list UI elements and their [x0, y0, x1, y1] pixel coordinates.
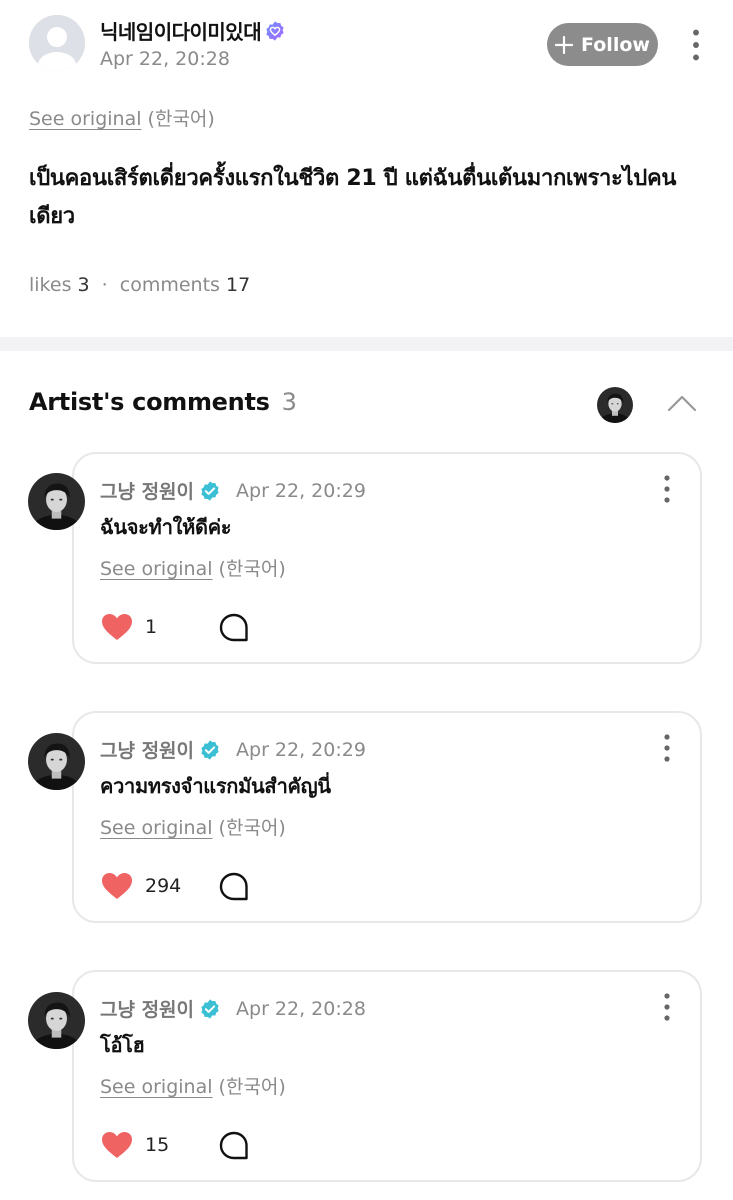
verified-icon [199, 998, 221, 1020]
post-more-options-icon[interactable] [685, 28, 707, 62]
chevron-up-icon[interactable] [666, 392, 698, 414]
section-divider [0, 337, 733, 351]
comment-author-name: 그냥 정원이 [100, 481, 195, 503]
like-button[interactable]: 15 [101, 1131, 169, 1159]
reply-bubble-icon[interactable] [218, 612, 250, 644]
follow-button[interactable]: Follow [547, 23, 658, 66]
comment-author[interactable]: 그냥 정원이 Apr 22, 20:29 [100, 477, 366, 504]
comment-author[interactable]: 그냥 정원이 Apr 22, 20:28 [100, 995, 366, 1022]
artist-portrait-icon [28, 733, 85, 790]
heart-icon [101, 613, 133, 641]
like-button[interactable]: 1 [101, 613, 157, 641]
like-count: 15 [145, 1134, 170, 1156]
comment-author-name: 그냥 정원이 [100, 999, 195, 1021]
see-original-link[interactable]: See original [100, 558, 213, 580]
comment-more-icon[interactable] [662, 733, 672, 763]
comment-timestamp: Apr 22, 20:29 [236, 738, 366, 761]
heart-icon [101, 1131, 133, 1159]
artist-portrait-icon [28, 992, 85, 1049]
original-language: (한국어) [147, 108, 215, 130]
comment-text: ฉันจะทำให้ดีค่ะ [100, 515, 232, 539]
comment-author-avatar[interactable] [28, 733, 85, 790]
post-author-name[interactable]: 닉네임이다이미있대 [100, 16, 286, 45]
see-original-link[interactable]: See original [100, 817, 213, 839]
comment-author-avatar[interactable] [28, 992, 85, 1049]
artist-portrait-icon [28, 473, 85, 530]
post-body-text: เป็นคอนเสิร์ตเดี่ยวครั้งแรกในชีวิต 21 ปี… [29, 166, 677, 229]
comment-more-icon[interactable] [662, 474, 672, 504]
artist-portrait-icon [597, 387, 633, 423]
likes-count: 3 [77, 274, 90, 296]
comment-see-original[interactable]: See original (한국어) [100, 554, 286, 581]
post-timestamp: Apr 22, 20:28 [100, 48, 230, 70]
comment-see-original[interactable]: See original (한국어) [100, 1072, 286, 1099]
comment-author-name: 그냥 정원이 [100, 740, 195, 762]
comment-timestamp: Apr 22, 20:28 [236, 997, 366, 1020]
verified-icon [199, 739, 221, 761]
stats-separator: · [101, 274, 108, 296]
artist-comments-label: Artist's comments [29, 388, 270, 416]
post-author-label: 닉네임이다이미있대 [100, 20, 262, 44]
verified-icon [199, 480, 221, 502]
post-stats: likes 3 · comments 17 [29, 274, 250, 296]
original-language: (한국어) [218, 817, 286, 839]
comment-more-icon[interactable] [662, 992, 672, 1022]
comment-author[interactable]: 그냥 정원이 Apr 22, 20:29 [100, 736, 366, 763]
see-original-link[interactable]: See original [100, 1076, 213, 1098]
comment-timestamp: Apr 22, 20:29 [236, 479, 366, 502]
follow-label: Follow [581, 33, 650, 56]
reply-bubble-icon[interactable] [218, 871, 250, 903]
artist-avatar[interactable] [597, 387, 633, 423]
like-count: 1 [145, 616, 158, 638]
see-original-link[interactable]: See original [29, 108, 142, 130]
like-count: 294 [145, 875, 182, 897]
comment-see-original[interactable]: See original (한국어) [100, 813, 286, 840]
reply-bubble-icon[interactable] [218, 1130, 250, 1162]
post-author-avatar[interactable] [29, 15, 85, 71]
plus-icon [555, 35, 574, 54]
comment-text: โอ้โฮ [100, 1033, 145, 1057]
like-button[interactable]: 294 [101, 872, 181, 900]
default-avatar-icon [29, 15, 85, 71]
artist-comments-title: Artist's comments 3 [29, 388, 297, 416]
comment-text: ความทรงจำแรกมันสำคัญนี่ [100, 774, 331, 798]
comment-author-avatar[interactable] [28, 473, 85, 530]
post-see-original[interactable]: See original (한국어) [29, 104, 215, 131]
artist-comments-count: 3 [281, 388, 297, 416]
original-language: (한국어) [218, 1076, 286, 1098]
comments-label[interactable]: comments [120, 274, 220, 296]
original-language: (한국어) [218, 558, 286, 580]
fan-badge-icon [266, 20, 284, 41]
likes-label: likes [29, 274, 72, 296]
heart-icon [101, 872, 133, 900]
comments-count: 17 [225, 274, 251, 296]
